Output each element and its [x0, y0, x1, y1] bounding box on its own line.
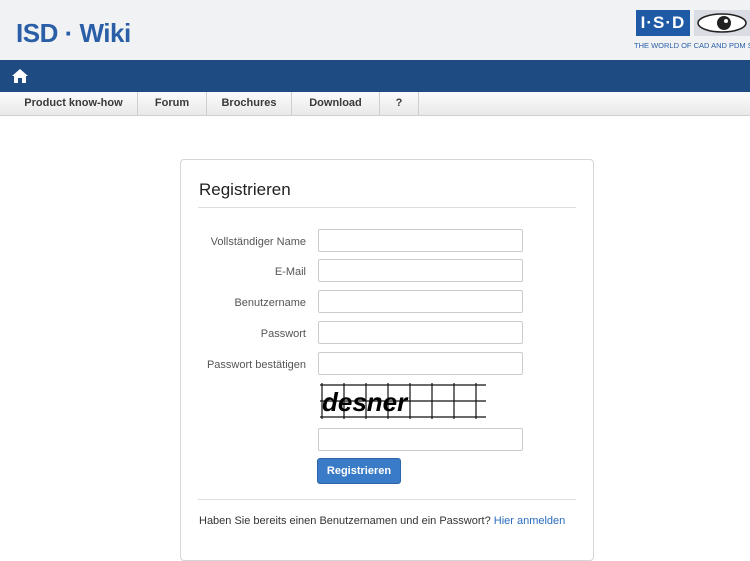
- menu-item-product-know-how[interactable]: Product know-how: [10, 92, 138, 115]
- label-password: Passwort: [260, 328, 306, 340]
- captcha-text: desner: [322, 387, 409, 417]
- menu-item-brochures[interactable]: Brochures: [207, 92, 292, 115]
- eye-icon: [694, 10, 750, 36]
- top-navbar: [0, 60, 750, 92]
- password-input[interactable]: [318, 321, 523, 344]
- main-menu: Product know-how Forum Brochures Downloa…: [0, 92, 750, 116]
- login-prompt-text: Haben Sie bereits einen Benutzernamen un…: [199, 515, 491, 527]
- title-divider: [198, 207, 576, 208]
- isd-logo[interactable]: I·S·D THE WORLD OF CAD AND PDM SOLUTIONS: [634, 8, 750, 56]
- label-username: Benutzername: [234, 297, 306, 309]
- label-full-name: Vollständiger Name: [210, 236, 306, 248]
- label-password-confirm: Passwort bestätigen: [206, 359, 306, 371]
- captcha-input[interactable]: [318, 428, 523, 451]
- full-name-input[interactable]: [318, 229, 523, 252]
- site-header: ISD · Wiki I·S·D THE WORLD OF CAD AND PD…: [0, 0, 750, 60]
- logo-text: I·S·D: [636, 10, 690, 36]
- home-icon[interactable]: [11, 68, 29, 84]
- menu-item-download[interactable]: Download: [292, 92, 380, 115]
- site-title[interactable]: ISD · Wiki: [16, 18, 131, 49]
- email-input[interactable]: [318, 259, 523, 282]
- menu-item-help[interactable]: ?: [380, 92, 419, 115]
- logo-tagline: THE WORLD OF CAD AND PDM SOLUTIONS: [634, 41, 750, 50]
- label-email: E-Mail: [274, 266, 306, 278]
- menu-item-forum[interactable]: Forum: [138, 92, 207, 115]
- username-input[interactable]: [318, 290, 523, 313]
- register-button[interactable]: Registrieren: [317, 458, 401, 484]
- login-link[interactable]: Hier anmelden: [494, 515, 566, 527]
- form-title: Registrieren: [199, 180, 291, 199]
- footer-divider: [198, 499, 576, 500]
- password-confirm-input[interactable]: [318, 352, 523, 375]
- login-prompt: Haben Sie bereits einen Benutzernamen un…: [199, 515, 565, 527]
- captcha-image: desner: [318, 381, 488, 421]
